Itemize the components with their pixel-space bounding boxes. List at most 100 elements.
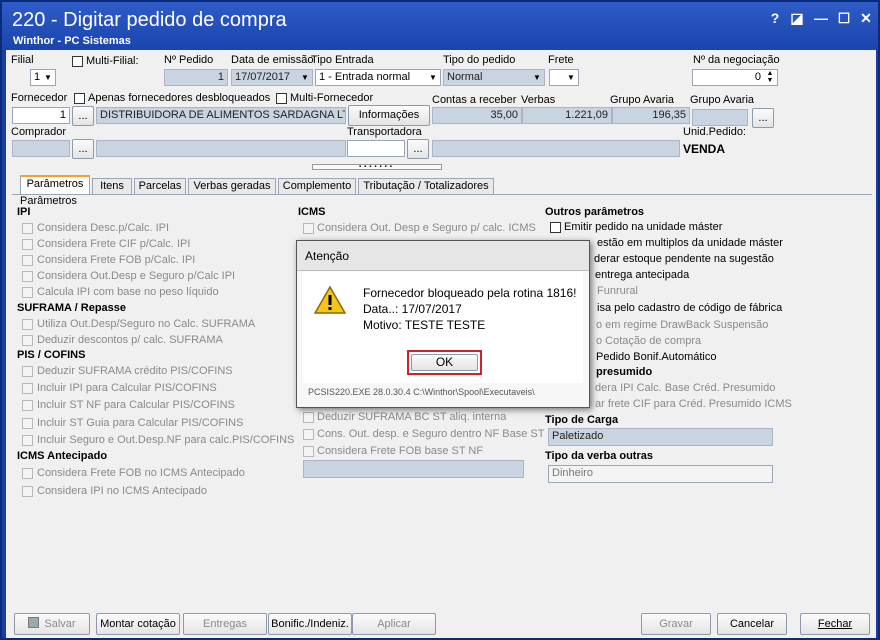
multi-fornecedor-checkbox[interactable]: [276, 93, 287, 104]
pis-option-label: Incluir Seguro e Out.Desp.NF para calc.P…: [37, 434, 295, 446]
tipo-carga-title: Tipo de Carga: [545, 414, 619, 426]
tipo-carga-field[interactable]: Paletizado: [548, 428, 773, 446]
chevron-down-icon[interactable]: ▼: [564, 70, 578, 85]
pis-checkbox[interactable]: [22, 400, 33, 411]
suframa-checkbox[interactable]: [22, 335, 33, 346]
fornecedor-name-field: DISTRIBUIDORA DE ALIMENTOS SARDAGNA LTDA: [96, 107, 346, 124]
tab-verbas-geradas[interactable]: Verbas geradas: [188, 178, 276, 194]
pis-checkbox[interactable]: [22, 435, 33, 446]
aplicar-button[interactable]: Aplicar: [352, 613, 436, 635]
chevron-down-icon[interactable]: ▼: [41, 70, 55, 85]
icms-checkbox[interactable]: [303, 412, 314, 423]
dialog-message-line3: Motivo: TESTE TESTE: [363, 318, 486, 332]
icms-ant-checkbox[interactable]: [22, 468, 33, 479]
ipi-checkbox[interactable]: [22, 287, 33, 298]
minimize-icon[interactable]: —: [812, 10, 830, 26]
attention-dialog: Atenção Fornecedor bloqueado pela rotina…: [296, 240, 590, 408]
suframa-checkbox[interactable]: [22, 319, 33, 330]
pis-checkbox[interactable]: [22, 366, 33, 377]
npedido-field: 1: [164, 69, 228, 86]
comprador-code-field[interactable]: [12, 140, 70, 157]
icms-checkbox[interactable]: [303, 446, 314, 457]
icms-checkbox[interactable]: [303, 429, 314, 440]
fechar-button[interactable]: Fechar: [800, 613, 870, 635]
dialog-title: Atenção: [305, 249, 350, 263]
chevron-down-icon[interactable]: ▼: [530, 70, 544, 85]
tab-tributacao[interactable]: Tributação / Totalizadores: [358, 178, 494, 194]
presumido-option-label: dera IPI Calc. Base Créd. Presumido: [595, 382, 776, 394]
tab-parcelas[interactable]: Parcelas: [134, 178, 186, 194]
unid-pedido-label: Unid.Pedido:: [683, 126, 746, 138]
tipo-verba-title: Tipo da verba outras: [545, 450, 653, 462]
comprador-search-button[interactable]: ...: [72, 139, 94, 159]
close-icon[interactable]: ✕: [857, 10, 875, 26]
warning-icon: [314, 285, 346, 314]
ipi-option-label: Considera Frete CIF p/Calc. IPI: [37, 238, 191, 250]
ok-button-focus[interactable]: OK: [407, 350, 482, 375]
data-emissao-field[interactable]: 17/07/2017 ▼: [231, 69, 313, 86]
outros-checkbox[interactable]: [550, 222, 561, 233]
tab-itens[interactable]: Itens: [92, 178, 132, 194]
montar-cotacao-button[interactable]: Montar cotação: [96, 613, 180, 635]
icms-extra-field: [303, 460, 524, 478]
informacoes-button[interactable]: Informações: [348, 105, 430, 126]
negociacao-value: 0: [754, 71, 761, 83]
cancelar-button[interactable]: Cancelar: [717, 613, 787, 635]
grupo-avaria-search-button[interactable]: ...: [752, 108, 774, 128]
icms-ant-group-title: ICMS Antecipado: [17, 450, 108, 462]
icms-option-label: Considera Frete FOB base ST NF: [317, 445, 484, 457]
fornecedor-code-field[interactable]: 1: [12, 107, 70, 124]
fornecedor-label: Fornecedor: [11, 92, 68, 104]
dialog-message-line2: Data..: 17/07/2017: [363, 302, 462, 316]
splitter-handle[interactable]: ▪▪▪▪▪▪▪: [312, 164, 442, 170]
multifilial-label: Multi-Filial:: [86, 55, 139, 67]
ipi-group-title: IPI: [17, 206, 31, 218]
tab-complemento[interactable]: Complemento: [278, 178, 356, 194]
icms-ant-checkbox[interactable]: [22, 486, 33, 497]
data-emissao-value: 17/07/2017: [235, 71, 291, 83]
restore-icon[interactable]: ◪: [788, 10, 806, 26]
title-bar[interactable]: 220 - Digitar pedido de compra Winthor -…: [2, 2, 878, 50]
grupo-avaria-label: Grupo Avaria: [610, 94, 675, 106]
pis-checkbox[interactable]: [22, 418, 33, 429]
spinner-icon[interactable]: ▲ ▼: [763, 70, 777, 85]
salvar-button[interactable]: Salvar: [14, 613, 90, 635]
tipo-entrada-select[interactable]: 1 - Entrada normal ▼: [315, 69, 441, 86]
icms-option-label: Cons. Out. desp. e Seguro dentro NF Base…: [317, 428, 545, 440]
tipo-pedido-select[interactable]: Normal ▼: [443, 69, 545, 86]
multifilial-checkbox[interactable]: [72, 56, 83, 67]
maximize-icon[interactable]: ☐: [835, 10, 853, 26]
multi-fornecedor-label: Multi-Fornecedor: [290, 92, 374, 104]
ipi-checkbox[interactable]: [22, 223, 33, 234]
outros-option-label: isa pelo cadastro de código de fábrica: [597, 302, 783, 314]
gravar-button[interactable]: Gravar: [641, 613, 711, 635]
chevron-down-icon[interactable]: ▼: [298, 70, 312, 85]
outros-option-label: Pedido Bonif.Automático: [596, 351, 717, 363]
fornecedor-search-button[interactable]: ...: [72, 106, 94, 126]
apenas-desbloq-checkbox[interactable]: [74, 93, 85, 104]
verbas-field: 1.221,09: [522, 107, 612, 124]
dialog-title-bar[interactable]: Atenção: [297, 241, 589, 271]
ipi-checkbox[interactable]: [22, 255, 33, 266]
filial-select[interactable]: 1 ▼: [30, 69, 56, 86]
icms-checkbox[interactable]: [303, 223, 314, 234]
entregas-button[interactable]: Entregas: [183, 613, 267, 635]
transportadora-search-button[interactable]: ...: [407, 139, 429, 159]
tipo-verba-field[interactable]: Dinheiro: [548, 465, 773, 483]
bonific-button[interactable]: Bonific./Indeniz.: [268, 613, 352, 635]
outros-option-label: entrega antecipada: [595, 269, 690, 281]
ok-button[interactable]: OK: [411, 354, 478, 371]
outros-option-label: Funrural: [597, 285, 638, 297]
frete-select[interactable]: ▼: [549, 69, 579, 86]
negociacao-field[interactable]: 0 ▲ ▼: [692, 69, 778, 86]
comprador-label: Comprador: [11, 126, 67, 138]
dialog-footer-path: PCSIS220.EXE 28.0.30.4 C:\Winthor\Spool\…: [308, 387, 535, 397]
ipi-option-label: Considera Out.Desp e Seguro p/Calc IPI: [37, 270, 236, 282]
chevron-down-icon[interactable]: ▼: [426, 70, 440, 85]
tab-parametros[interactable]: Parâmetros: [20, 175, 90, 194]
pis-checkbox[interactable]: [22, 383, 33, 394]
ipi-checkbox[interactable]: [22, 239, 33, 250]
help-icon[interactable]: ?: [766, 10, 784, 26]
transportadora-code-field[interactable]: [347, 140, 405, 157]
ipi-checkbox[interactable]: [22, 271, 33, 282]
